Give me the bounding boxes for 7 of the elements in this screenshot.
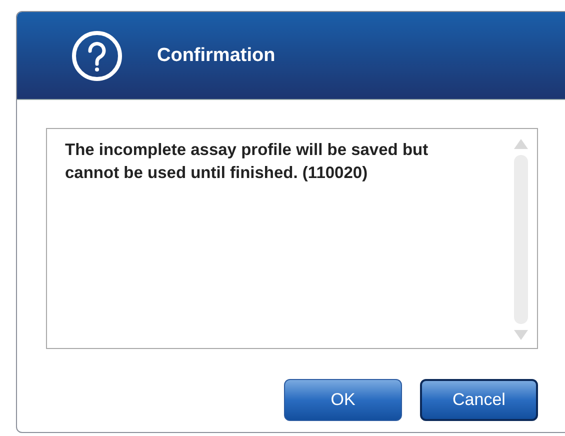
cancel-button[interactable]: Cancel <box>420 379 538 421</box>
dialog-title: Confirmation <box>157 44 276 66</box>
scroll-down-icon[interactable] <box>514 330 528 340</box>
help-icon <box>71 30 123 82</box>
scroll-up-icon[interactable] <box>514 139 528 149</box>
message-text: The incomplete assay profile will be saved but cannot be used until finished. (110020) <box>65 140 430 184</box>
ok-button[interactable]: OK <box>284 379 402 421</box>
